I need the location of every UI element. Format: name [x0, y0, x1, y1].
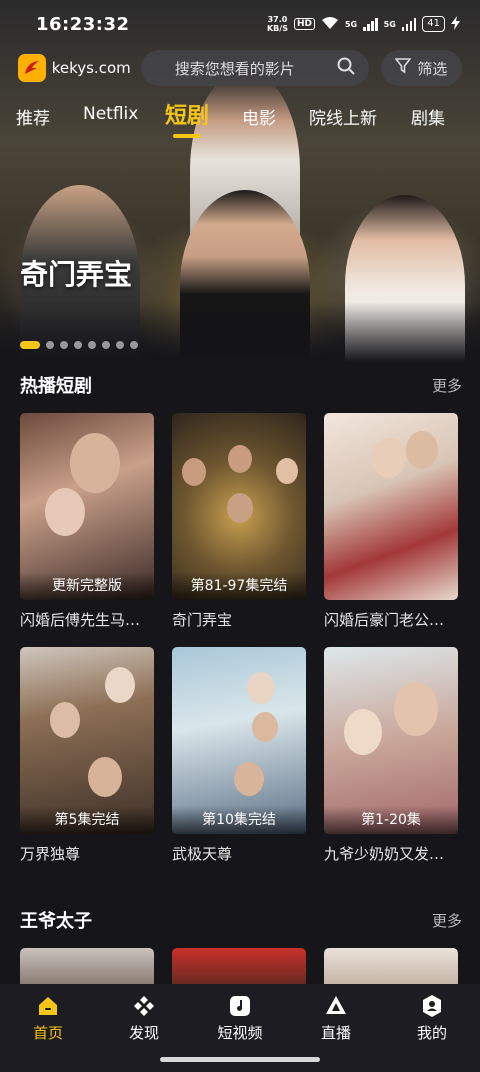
poster-image: 更新完整版	[20, 413, 154, 600]
carousel-dot[interactable]	[102, 341, 110, 349]
search-bar[interactable]: 搜索您想看的影片	[140, 50, 369, 86]
tab-series[interactable]: 剧集	[411, 104, 445, 129]
episode-badge: 第81-97集完结	[172, 572, 306, 600]
poster-image: 第81-97集完结	[172, 413, 306, 600]
hero-fade	[0, 302, 480, 362]
section-title-hot: 热播短剧	[20, 376, 92, 397]
live-icon	[324, 994, 348, 1018]
tab-short-drama[interactable]: 短剧	[165, 98, 209, 130]
poster-image: 第5集完结	[20, 647, 154, 834]
card-title: 闪婚后傅先生马上封神	[20, 611, 154, 629]
carousel-dot[interactable]	[88, 341, 96, 349]
battery-icon: 41	[422, 16, 445, 32]
drama-card[interactable]: 第1-20集 九爷少奶奶又发飙了	[324, 647, 458, 864]
home-icon	[36, 994, 60, 1018]
home-indicator[interactable]	[160, 1057, 320, 1062]
drama-card[interactable]	[172, 948, 306, 984]
short-video-icon	[228, 994, 252, 1018]
episode-badge: 第5集完结	[20, 806, 154, 834]
status-bar: 16:23:32 37.0 KB/S HD 5G 5G 41	[0, 0, 480, 48]
poster-image	[324, 948, 458, 984]
network-speed-value: 37.0	[267, 15, 288, 24]
more-link-prince[interactable]: 更多	[432, 910, 462, 931]
poster-image	[324, 413, 458, 600]
drama-card[interactable]: 更新完整版 闪婚后傅先生马上封神	[20, 413, 154, 630]
episode-badge: 第1-20集	[324, 806, 458, 834]
section-header-prince: 王爷太子 更多	[20, 907, 462, 933]
hd-badge: HD	[293, 18, 315, 30]
drama-card[interactable]	[20, 948, 154, 984]
hero-title: 奇门弄宝	[20, 258, 133, 291]
card-title: 九爷少奶奶又发飙了	[324, 845, 458, 863]
card-title: 万界独尊	[20, 845, 81, 863]
card-title: 闪婚后豪门老公马甲藏不住了	[324, 611, 458, 629]
app-logo-icon[interactable]	[18, 54, 46, 82]
drama-card[interactable]: 第5集完结 万界独尊	[20, 647, 154, 864]
drama-card[interactable]: 第10集完结 武极天尊	[172, 647, 306, 864]
poster-image: 第1-20集	[324, 647, 458, 834]
section-header-hot: 热播短剧 更多	[20, 372, 462, 398]
sim1-label: 5G	[344, 19, 358, 29]
drama-card[interactable]: 第81-97集完结 奇门弄宝	[172, 413, 306, 630]
nav-home[interactable]: 首页	[0, 984, 96, 1072]
signal-icon	[363, 17, 378, 31]
search-icon[interactable]	[337, 57, 355, 79]
network-speed-unit: KB/S	[266, 24, 288, 33]
tab-recommend[interactable]: 推荐	[16, 104, 50, 129]
episode-badge: 更新完整版	[20, 572, 154, 600]
card-title: 武极天尊	[172, 845, 233, 863]
wifi-icon	[321, 16, 339, 33]
search-input[interactable]: 搜索您想看的影片	[175, 58, 295, 79]
tab-movies[interactable]: 电影	[242, 104, 276, 129]
more-link-hot[interactable]: 更多	[432, 375, 462, 396]
nav-profile-label: 我的	[416, 1024, 447, 1042]
network-speed: 37.0 KB/S	[267, 15, 288, 33]
drama-card[interactable]	[324, 948, 458, 984]
profile-icon	[420, 994, 444, 1018]
poster-image	[172, 948, 306, 984]
site-name: kekys.com	[51, 59, 131, 77]
episode-badge: 第10集完结	[172, 806, 306, 834]
carousel-dot[interactable]	[60, 341, 68, 349]
carousel-dot[interactable]	[130, 341, 138, 349]
active-tab-indicator	[173, 134, 201, 138]
sim2-label: 5G	[383, 19, 396, 29]
charging-icon	[451, 15, 460, 33]
carousel-dot[interactable]	[74, 341, 82, 349]
drama-card[interactable]: 闪婚后豪门老公马甲藏不住了	[324, 413, 458, 630]
nav-short-video-label: 短视频	[217, 1024, 263, 1042]
nav-discover-label: 发现	[128, 1024, 159, 1042]
status-time: 16:23:32	[36, 13, 130, 35]
top-bar: kekys.com 搜索您想看的影片 筛选	[0, 48, 480, 88]
carousel-dots	[20, 341, 138, 349]
status-icons: 37.0 KB/S HD 5G 5G 41	[267, 15, 460, 33]
tab-new-in-theaters[interactable]: 院线上新	[309, 104, 377, 129]
poster-image: 第10集完结	[172, 647, 306, 834]
section-title-prince: 王爷太子	[20, 911, 92, 932]
carousel-dot[interactable]	[46, 341, 54, 349]
carousel-dot[interactable]	[116, 341, 124, 349]
nav-live-label: 直播	[320, 1024, 351, 1042]
poster-image	[20, 948, 154, 984]
category-tabs: 推荐 Netflix 短剧 电影 院线上新 剧集	[0, 96, 480, 140]
tab-netflix[interactable]: Netflix	[83, 104, 138, 124]
nav-home-label: 首页	[32, 1024, 63, 1042]
card-title: 奇门弄宝	[172, 611, 233, 629]
carousel-dot[interactable]	[20, 341, 40, 349]
filter-label: 筛选	[417, 59, 448, 78]
filter-icon	[394, 58, 413, 78]
nav-profile[interactable]: 我的	[384, 984, 480, 1072]
filter-button[interactable]: 筛选	[380, 50, 462, 86]
signal-icon-2	[401, 17, 417, 31]
discover-icon	[132, 994, 156, 1018]
